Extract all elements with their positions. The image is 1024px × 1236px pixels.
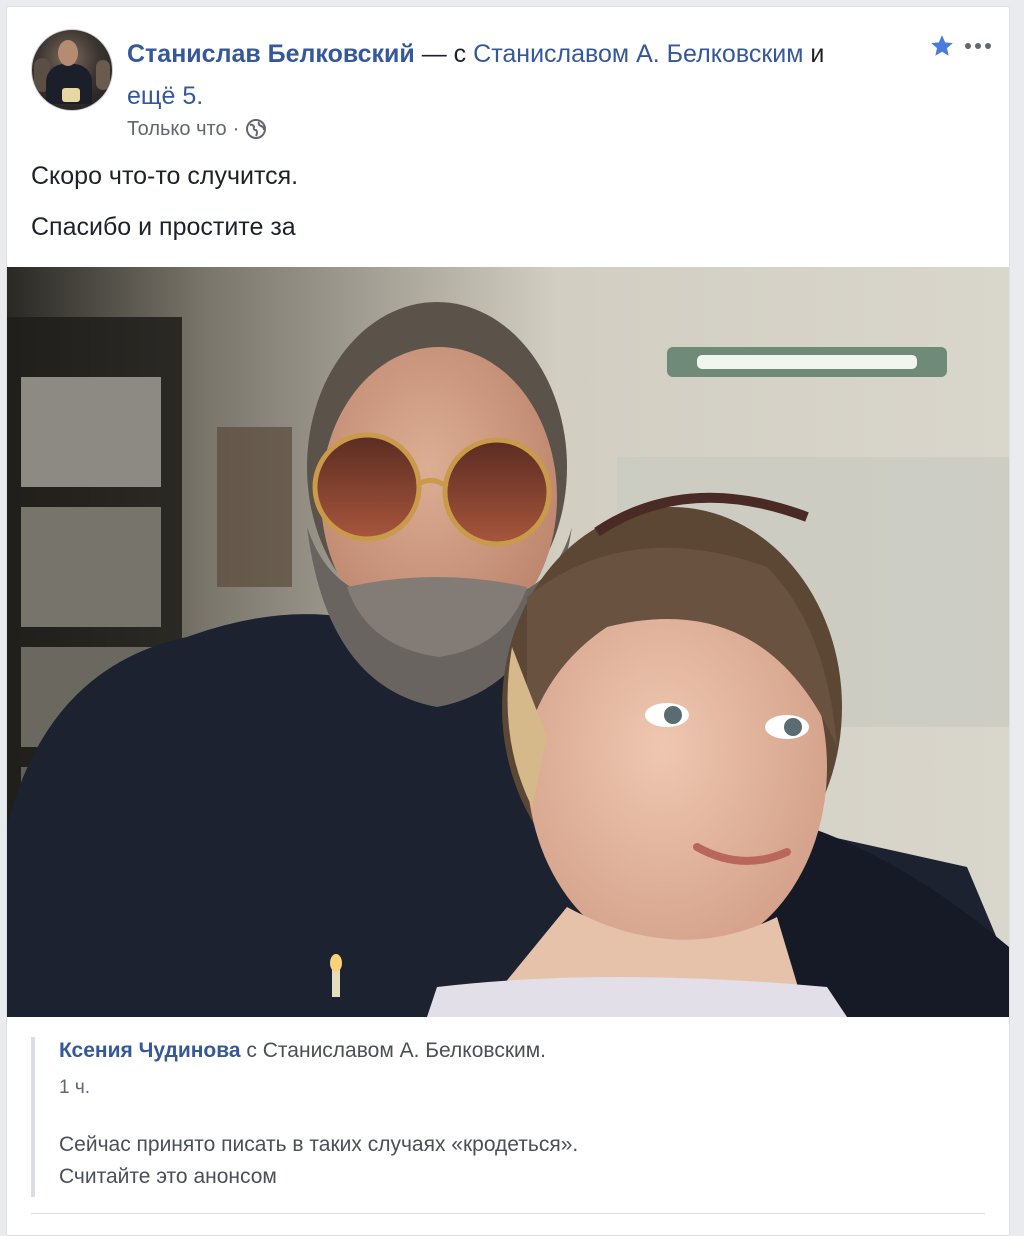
shared-post-text-line-1: Сейчас принято писать в таких случаях «к… xyxy=(59,1133,579,1156)
post-text-line-2: Спасибо и простите за xyxy=(31,213,296,241)
more-tagged-link[interactable]: ещё 5. xyxy=(127,82,203,110)
post-meta: Только что · xyxy=(127,117,267,141)
post-photo[interactable] xyxy=(7,267,1009,1017)
more-horizontal-icon[interactable] xyxy=(961,39,995,53)
avatar-face xyxy=(58,40,78,66)
avatar-bg-person-right xyxy=(96,60,110,90)
shared-post[interactable]: Ксения Чудинова с Станиславом А. Белковс… xyxy=(31,1037,987,1197)
divider xyxy=(31,1213,985,1214)
header-actions xyxy=(929,33,995,59)
post-card: Станислав Белковский — с Станиславом А. … xyxy=(6,6,1010,1236)
post-timestamp[interactable]: Только что xyxy=(127,118,227,141)
shared-with-text: с Станиславом А. Белковским. xyxy=(246,1039,547,1062)
author-avatar[interactable] xyxy=(31,29,113,111)
post-text-line-1: Скоро что-то случится. xyxy=(31,162,299,190)
with-prefix: — с xyxy=(421,40,467,68)
author-name-link[interactable]: Станислав Белковский xyxy=(127,40,415,68)
and-word: и xyxy=(810,40,825,68)
avatar-cake xyxy=(62,88,80,102)
post-header: Станислав Белковский — с Станиславом А. … xyxy=(127,33,927,117)
dot xyxy=(975,43,981,49)
dot xyxy=(965,43,971,49)
shared-post-text-line-2: Считайте это анонсом xyxy=(59,1165,277,1188)
tagged-person-link[interactable]: Станиславом А. Белковским xyxy=(473,40,803,68)
star-icon[interactable] xyxy=(929,33,955,59)
photo-illustration xyxy=(7,267,1009,1017)
shared-post-header: Ксения Чудинова с Станиславом А. Белковс… xyxy=(59,1039,546,1063)
shared-author-link[interactable]: Ксения Чудинова xyxy=(59,1039,241,1062)
shared-post-timestamp[interactable]: 1 ч. xyxy=(59,1077,90,1099)
globe-icon[interactable] xyxy=(245,118,267,140)
meta-separator: · xyxy=(232,117,240,140)
dot xyxy=(985,43,991,49)
